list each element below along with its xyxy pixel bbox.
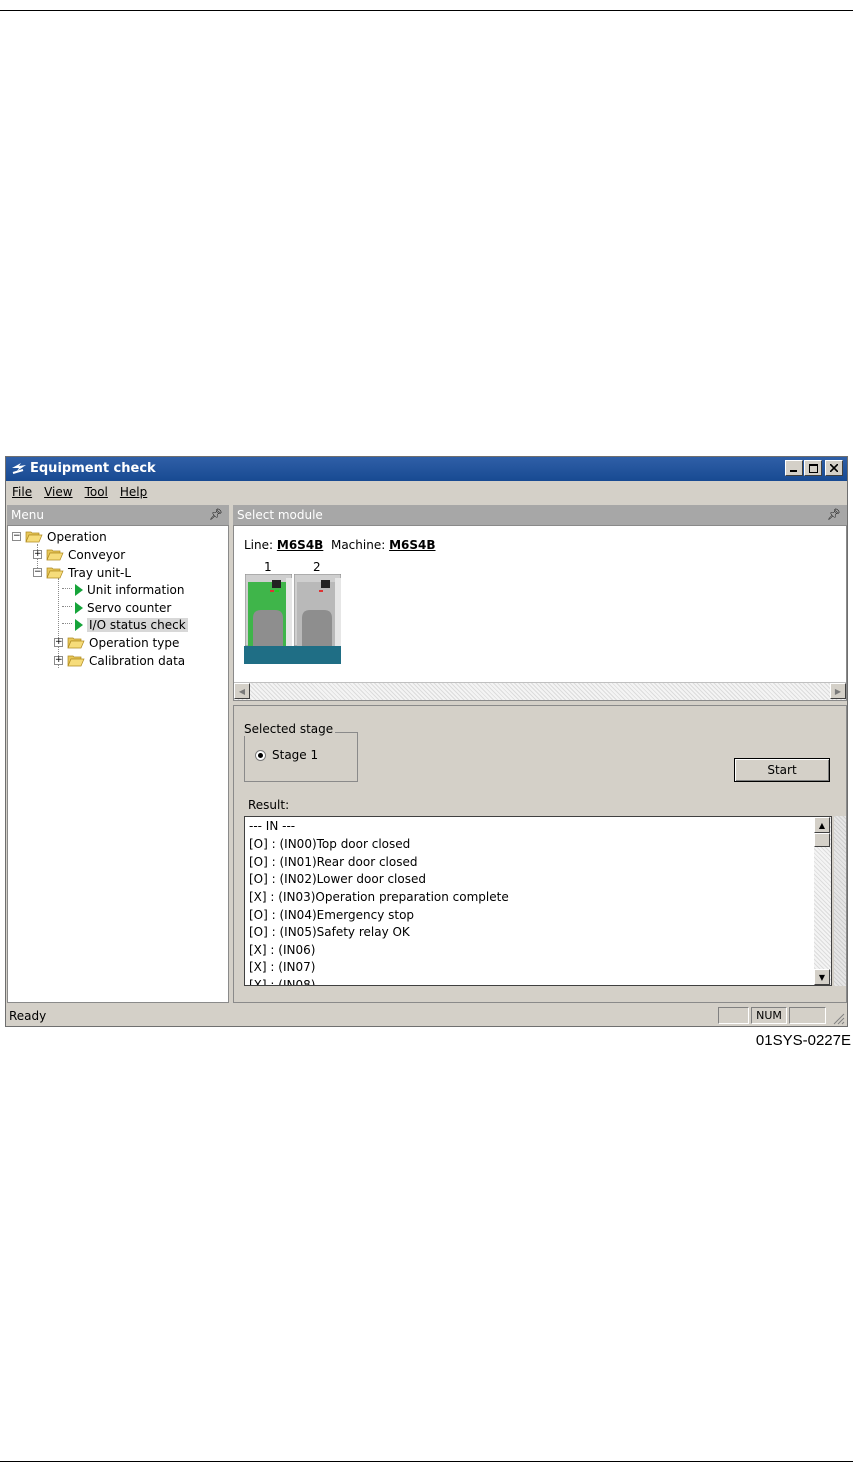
result-line: [O] : (IN02)Lower door closed <box>249 872 426 886</box>
result-line: [X] : (IN07) <box>249 960 316 974</box>
play-arrow-icon <box>75 618 83 631</box>
menu-bar: File View Tool Help <box>6 481 847 503</box>
result-list[interactable]: --- IN --- [O] : (IN00)Top door closed [… <box>244 816 832 986</box>
folder-open-icon <box>46 549 64 561</box>
scroll-left-button[interactable]: ◀ <box>234 683 250 699</box>
collapse-icon[interactable]: − <box>12 532 21 541</box>
close-icon <box>830 464 838 472</box>
status-cell-empty <box>718 1007 749 1024</box>
scroll-thumb[interactable] <box>814 833 830 847</box>
result-line: [O] : (IN01)Rear door closed <box>249 855 418 869</box>
machine-value: M6S4B <box>389 538 436 552</box>
title-bar[interactable]: Equipment check <box>6 457 847 481</box>
folder-open-icon <box>25 531 43 543</box>
maximize-button[interactable] <box>804 460 822 476</box>
menu-help[interactable]: Help <box>114 485 153 499</box>
result-line: [X] : (IN06) <box>249 943 316 957</box>
status-cell-empty <box>789 1007 826 1024</box>
result-line: [O] : (IN04)Emergency stop <box>249 908 415 922</box>
scroll-down-button[interactable]: ▼ <box>814 969 830 985</box>
folder-open-icon <box>46 567 64 579</box>
module-2[interactable] <box>294 574 341 646</box>
horizontal-scrollbar[interactable]: ◀ ▶ <box>234 682 846 700</box>
folder-open-icon <box>67 637 85 649</box>
tree-item-tray-unit-l[interactable]: − Tray unit-L <box>33 564 131 581</box>
io-check-pane: Stage 1 Selected stage Start Result: ---… <box>233 705 847 1003</box>
expand-icon[interactable]: + <box>54 638 63 647</box>
stage-1-option[interactable]: Stage 1 <box>255 748 318 762</box>
page-bottom-rule <box>0 1461 853 1462</box>
folder-open-icon <box>67 655 85 667</box>
line-machine-info: Line: M6S4B Machine: M6S4B <box>244 538 436 552</box>
menu-file[interactable]: File <box>6 485 38 499</box>
menu-view[interactable]: View <box>38 485 78 499</box>
pane-edge <box>834 816 846 986</box>
menu-tool[interactable]: Tool <box>79 485 114 499</box>
play-arrow-icon <box>75 601 83 614</box>
scroll-up-button[interactable]: ▲ <box>814 817 830 833</box>
module-number: 1 <box>264 560 272 574</box>
minimize-button[interactable] <box>785 460 803 476</box>
collapse-icon[interactable]: − <box>33 568 42 577</box>
expand-icon[interactable]: + <box>33 550 42 559</box>
result-line: [X] : (IN03)Operation preparation comple… <box>249 890 509 904</box>
play-arrow-icon <box>75 583 83 596</box>
module-number: 2 <box>313 560 321 574</box>
menu-pane-header: Menu 📌︎ <box>7 505 229 525</box>
selected-stage-group: Stage 1 <box>244 732 358 782</box>
pin-icon[interactable]: 📌︎ <box>209 505 223 525</box>
selected-stage-title: Selected stage <box>242 722 336 736</box>
window-title: Equipment check <box>30 461 156 476</box>
app-logo-icon <box>12 463 26 474</box>
tree-item-unit-information[interactable]: Unit information <box>71 581 185 598</box>
result-line: [O] : (IN00)Top door closed <box>249 837 411 851</box>
result-line: [O] : (IN05)Safety relay OK <box>249 925 410 939</box>
scroll-right-button[interactable]: ▶ <box>830 683 846 699</box>
result-line: [X] : (IN08) <box>249 978 316 986</box>
result-line: --- IN --- <box>249 819 296 833</box>
page-top-rule <box>0 10 853 11</box>
radio-button[interactable] <box>255 749 266 761</box>
tree-item-calibration-data[interactable]: + Calibration data <box>54 652 185 669</box>
maximize-icon <box>808 463 818 473</box>
tree-item-servo-counter[interactable]: Servo counter <box>71 599 171 616</box>
module-base <box>244 646 341 664</box>
close-button[interactable] <box>825 460 843 476</box>
vertical-scrollbar[interactable]: ▲ ▼ <box>814 817 831 985</box>
pin-icon[interactable]: 📌︎ <box>827 505 841 525</box>
module-1-selected[interactable] <box>245 574 292 646</box>
equipment-check-window: Equipment check File View Tool Help Menu… <box>5 456 848 1027</box>
select-module-header: Select module 📌︎ <box>233 505 847 525</box>
tree-item-io-status-check[interactable]: I/O status check <box>71 616 188 633</box>
tree-item-operation-type[interactable]: + Operation type <box>54 634 179 651</box>
menu-tree: − Operation + Conveyor − Tray unit-L Uni… <box>7 525 229 1003</box>
start-button[interactable]: Start <box>734 758 830 782</box>
tree-item-operation[interactable]: − Operation <box>12 528 107 545</box>
expand-icon[interactable]: + <box>54 656 63 665</box>
tree-item-conveyor[interactable]: + Conveyor <box>33 546 125 563</box>
resize-grip-icon[interactable] <box>833 1013 845 1025</box>
minimize-icon <box>790 470 797 472</box>
result-label: Result: <box>248 798 290 812</box>
figure-caption: 01SYS-0227E <box>755 1032 851 1049</box>
status-bar: Ready NUM <box>6 1005 847 1027</box>
line-value: M6S4B <box>276 538 324 552</box>
status-num-indicator: NUM <box>751 1007 787 1024</box>
status-text: Ready <box>9 1009 47 1023</box>
select-module-pane: Line: M6S4B Machine: M6S4B 1 2 ◀ ▶ <box>233 525 847 701</box>
